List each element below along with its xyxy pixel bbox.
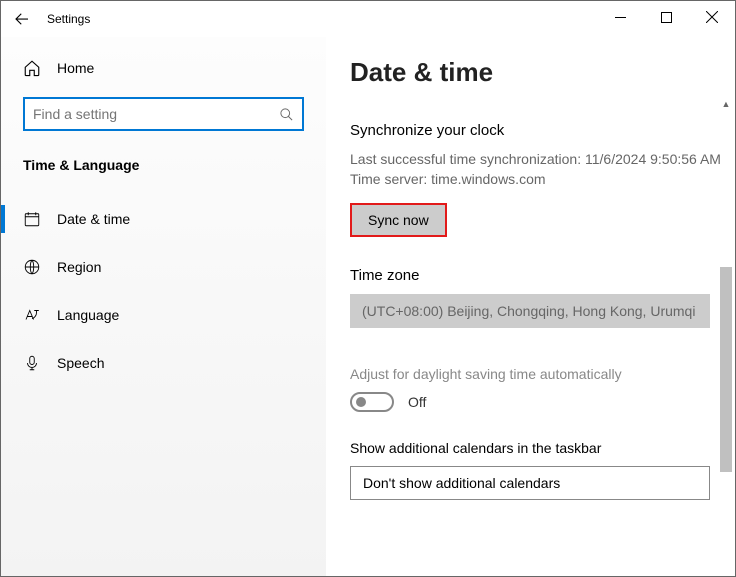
page-title: Date & time: [350, 57, 735, 88]
main-panel: Date & time Synchronize your clock Last …: [326, 37, 735, 576]
scroll-thumb[interactable]: [720, 267, 732, 472]
category-title: Time & Language: [23, 157, 304, 173]
calendars-heading: Show additional calendars in the taskbar: [350, 440, 735, 456]
content-area: Home Time & Language Date & time Region …: [1, 37, 735, 576]
maximize-icon: [661, 12, 672, 23]
calendars-select[interactable]: Don't show additional calendars: [350, 466, 710, 500]
home-link[interactable]: Home: [23, 47, 304, 89]
nav-item-label: Speech: [57, 355, 104, 371]
search-input[interactable]: [33, 106, 279, 122]
sync-server-text: Time server: time.windows.com: [350, 169, 735, 189]
toggle-knob-icon: [356, 397, 366, 407]
timezone-value: (UTC+08:00) Beijing, Chongqing, Hong Kon…: [362, 303, 695, 319]
sync-heading: Synchronize your clock: [350, 122, 735, 139]
home-label: Home: [57, 60, 94, 76]
timezone-select[interactable]: (UTC+08:00) Beijing, Chongqing, Hong Kon…: [350, 294, 710, 328]
scrollbar[interactable]: ▲: [719, 97, 733, 572]
home-icon: [23, 59, 41, 77]
back-button[interactable]: [7, 4, 37, 34]
microphone-icon: [23, 354, 41, 372]
search-box[interactable]: [23, 97, 304, 131]
nav-item-label: Language: [57, 307, 119, 323]
app-title: Settings: [47, 12, 90, 26]
nav-item-language[interactable]: Language: [1, 291, 326, 339]
sidebar: Home Time & Language Date & time Region …: [1, 37, 326, 576]
dst-heading: Adjust for daylight saving time automati…: [350, 366, 735, 382]
language-icon: [23, 306, 41, 324]
calendars-section: Show additional calendars in the taskbar…: [350, 440, 735, 500]
nav-item-speech[interactable]: Speech: [1, 339, 326, 387]
dst-toggle[interactable]: [350, 392, 394, 412]
nav-item-date-time[interactable]: Date & time: [1, 195, 326, 243]
minimize-icon: [615, 12, 626, 23]
arrow-left-icon: [13, 10, 31, 28]
close-icon: [706, 11, 718, 23]
minimize-button[interactable]: [597, 1, 643, 33]
nav-list: Date & time Region Language Speech: [1, 195, 326, 387]
nav-item-region[interactable]: Region: [1, 243, 326, 291]
nav-item-label: Date & time: [57, 211, 130, 227]
sync-now-button[interactable]: Sync now: [350, 203, 447, 237]
close-button[interactable]: [689, 1, 735, 33]
window-controls: [597, 1, 735, 33]
maximize-button[interactable]: [643, 1, 689, 33]
sync-last-sync-text: Last successful time synchronization: 11…: [350, 149, 735, 169]
search-icon: [279, 107, 294, 122]
dst-toggle-row: Off: [350, 392, 735, 412]
dst-state-label: Off: [408, 394, 426, 410]
dst-section: Adjust for daylight saving time automati…: [350, 366, 735, 412]
timezone-heading: Time zone: [350, 267, 735, 284]
calendars-value: Don't show additional calendars: [363, 475, 560, 491]
scroll-up-icon[interactable]: ▲: [719, 97, 733, 111]
calendar-clock-icon: [23, 210, 41, 228]
timezone-section: Time zone (UTC+08:00) Beijing, Chongqing…: [350, 267, 735, 328]
nav-item-label: Region: [57, 259, 101, 275]
titlebar: Settings: [1, 1, 735, 37]
globe-icon: [23, 258, 41, 276]
